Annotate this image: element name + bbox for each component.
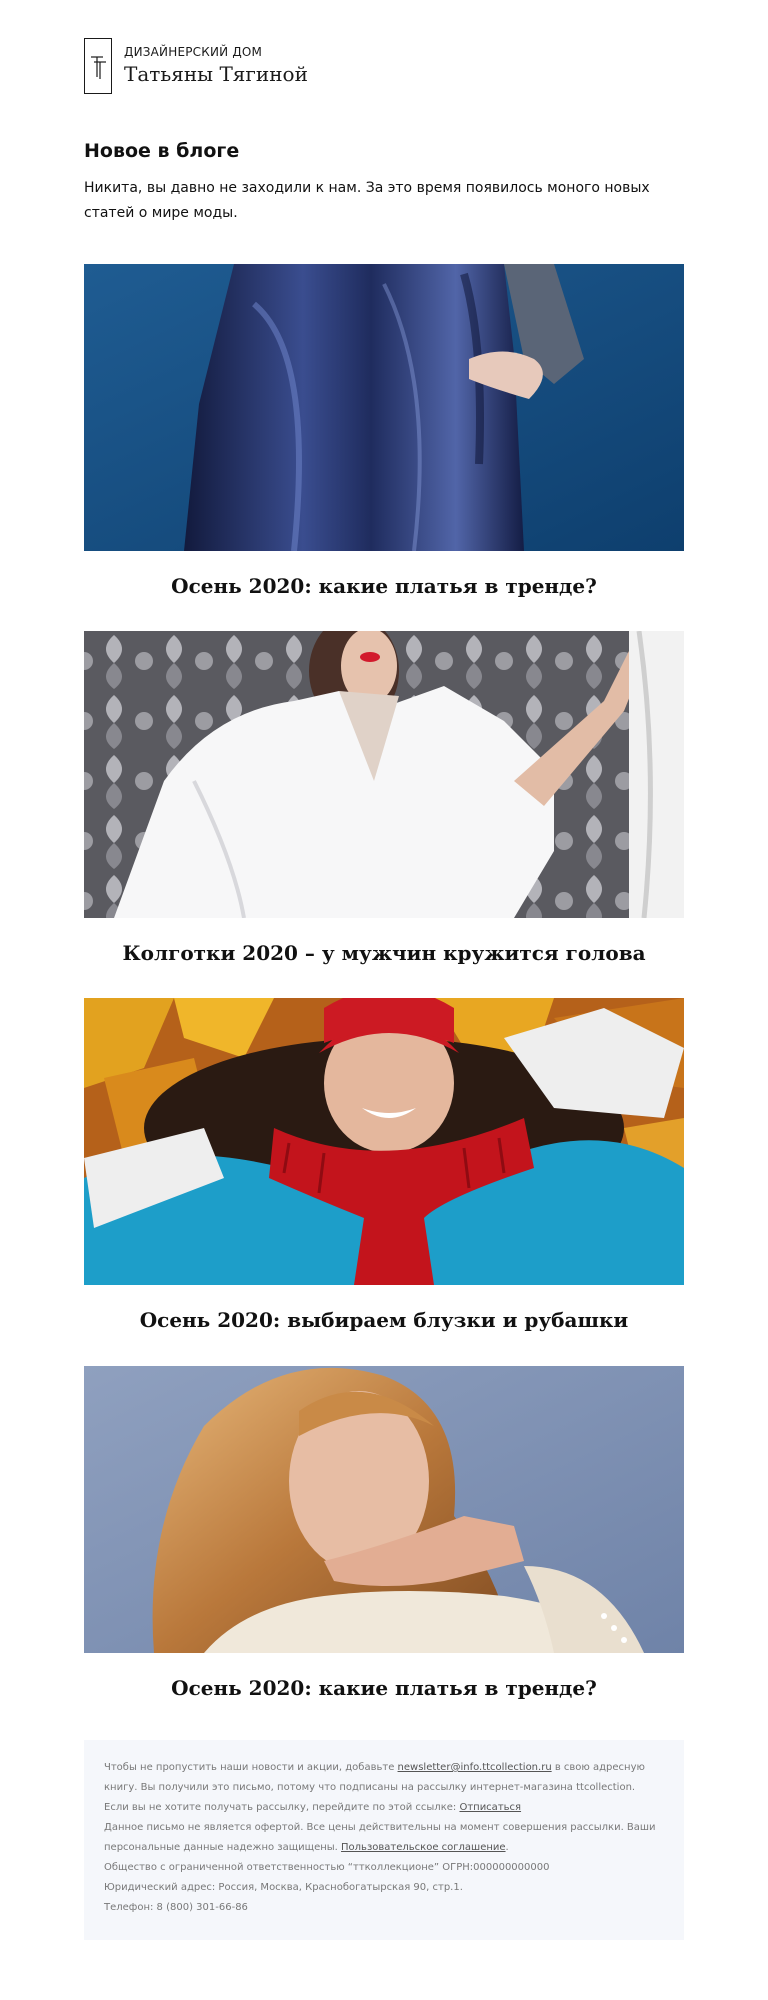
- brand-line-1: ДИЗАЙНЕРСКИЙ ДОМ: [124, 45, 263, 59]
- brand-name: ДИЗАЙНЕРСКИЙ ДОМ Татьяны Тягиной: [124, 45, 308, 87]
- article-card[interactable]: Осень 2020: выбираем блузки и рубашки: [84, 998, 684, 1333]
- user-agreement-link[interactable]: Пользовательское соглашение: [341, 1842, 506, 1853]
- brand-line-2: Татьяны Тягиной: [124, 62, 308, 86]
- unsubscribe-link[interactable]: Отписаться: [459, 1802, 521, 1813]
- footer-phone: Телефон: 8 (800) 301-66-86: [104, 1902, 248, 1913]
- newsletter-email-link[interactable]: newsletter@info.ttcollection.ru: [398, 1762, 552, 1773]
- article-title[interactable]: Осень 2020: выбираем блузки и рубашки: [84, 1285, 684, 1333]
- footer-text: .: [505, 1842, 509, 1853]
- article-card[interactable]: Осень 2020: какие платья в тренде?: [84, 1366, 684, 1701]
- footer-unsubscribe-note: Если вы не хотите получать рассылку, пер…: [104, 1798, 664, 1818]
- article-card[interactable]: Осень 2020: какие платья в тренде?: [84, 264, 684, 599]
- brand-logo[interactable]: ДИЗАЙНЕРСКИЙ ДОМ Татьяны Тягиной: [84, 38, 308, 94]
- tt-monogram-icon: [84, 38, 112, 94]
- article-card[interactable]: Колготки 2020 – у мужчин кружится голова: [84, 631, 684, 966]
- footer-addressbook-note: Чтобы не пропустить наши новости и акции…: [104, 1758, 664, 1798]
- blue-leather-dress-photo[interactable]: [84, 264, 684, 551]
- footer-text: Чтобы не пропустить наши новости и акции…: [104, 1762, 398, 1773]
- footer-company: Общество с ограниченной ответственностью…: [104, 1862, 550, 1873]
- white-shirt-woman-photo[interactable]: [84, 631, 684, 918]
- footer-text: Если вы не хотите получать рассылку, пер…: [104, 1802, 460, 1813]
- woman-red-scarf-autumn-leaves-photo[interactable]: [84, 998, 684, 1285]
- blonde-woman-satin-blouse-photo[interactable]: [84, 1366, 684, 1653]
- article-title[interactable]: Осень 2020: какие платья в тренде?: [84, 551, 684, 599]
- intro-text: Никита, вы давно не заходили к нам. За э…: [84, 180, 650, 221]
- footer-address: Юридический адрес: Россия, Москва, Красн…: [104, 1882, 463, 1893]
- footer: Чтобы не пропустить наши новости и акции…: [84, 1740, 684, 1940]
- footer-offer-note: Данное письмо не является офертой. Все ц…: [104, 1818, 664, 1858]
- article-title[interactable]: Колготки 2020 – у мужчин кружится голова: [84, 918, 684, 966]
- article-title[interactable]: Осень 2020: какие платья в тренде?: [84, 1653, 684, 1701]
- intro-title: Новое в блоге: [84, 140, 240, 162]
